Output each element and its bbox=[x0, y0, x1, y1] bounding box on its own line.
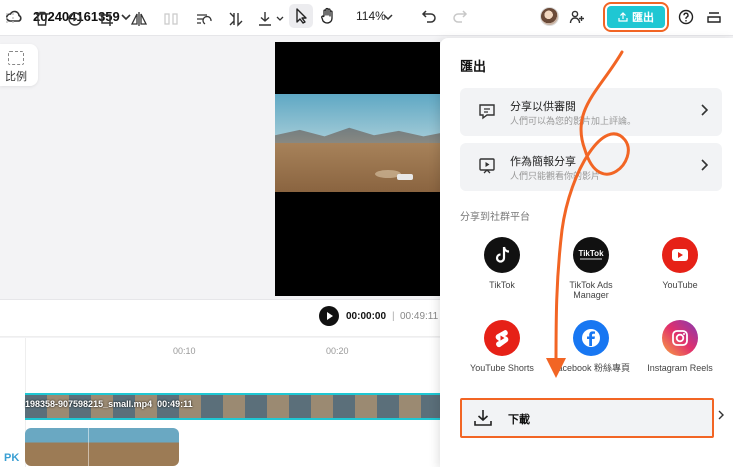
annotation-arrow bbox=[546, 50, 630, 378]
